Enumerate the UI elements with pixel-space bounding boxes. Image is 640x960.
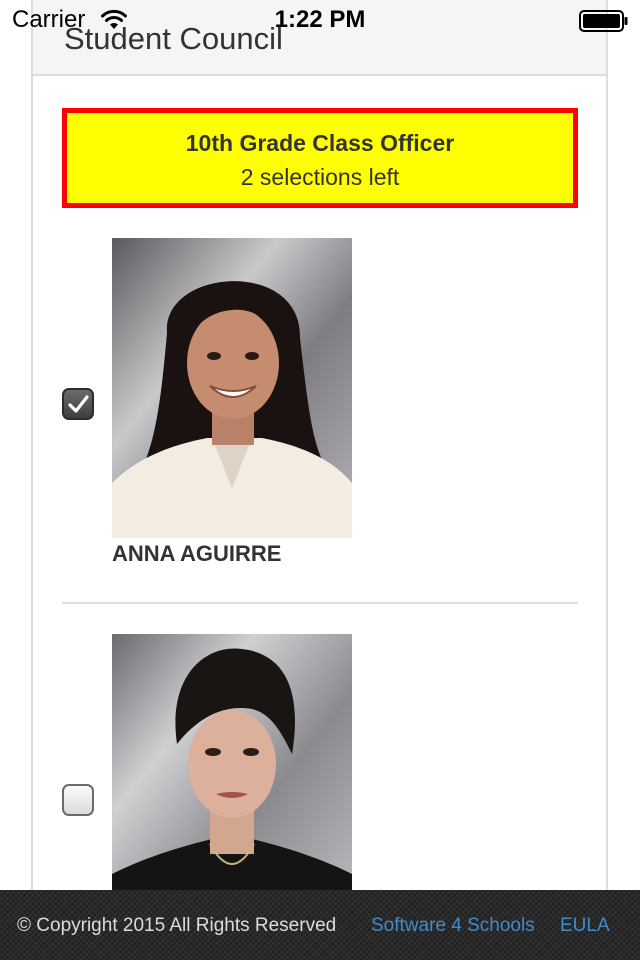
candidate-checkbox[interactable] xyxy=(62,784,94,816)
candidate-item: ANNA AGUIRRE xyxy=(62,238,578,568)
candidate-checkbox[interactable] xyxy=(62,388,94,420)
eula-link[interactable]: EULA xyxy=(560,914,610,938)
status-bar: Carrier 1:22 PM xyxy=(0,0,640,40)
candidate-item xyxy=(62,634,578,934)
office-title: 10th Grade Class Officer xyxy=(185,130,455,156)
screen: Carrier 1:22 PM Student Council 10th Gra… xyxy=(0,0,640,960)
candidate-photo[interactable] xyxy=(112,238,352,538)
clock: 1:22 PM xyxy=(274,6,366,33)
software4schools-link[interactable]: Software 4 Schools xyxy=(371,914,535,938)
candidate-photo[interactable] xyxy=(112,634,352,934)
checkmark-icon xyxy=(68,395,89,413)
battery-full-icon xyxy=(579,10,628,32)
candidate-name: ANNA AGUIRRE xyxy=(112,541,282,566)
copyright-text: © Copyright 2015 All Rights Reserved xyxy=(17,915,337,936)
office-banner: 10th Grade Class Officer 2 selections le… xyxy=(62,108,578,208)
footer: © Copyright 2015 All Rights Reserved Sof… xyxy=(0,890,640,960)
selections-left-text: 2 selections left xyxy=(240,164,400,190)
candidate-divider xyxy=(62,602,578,604)
